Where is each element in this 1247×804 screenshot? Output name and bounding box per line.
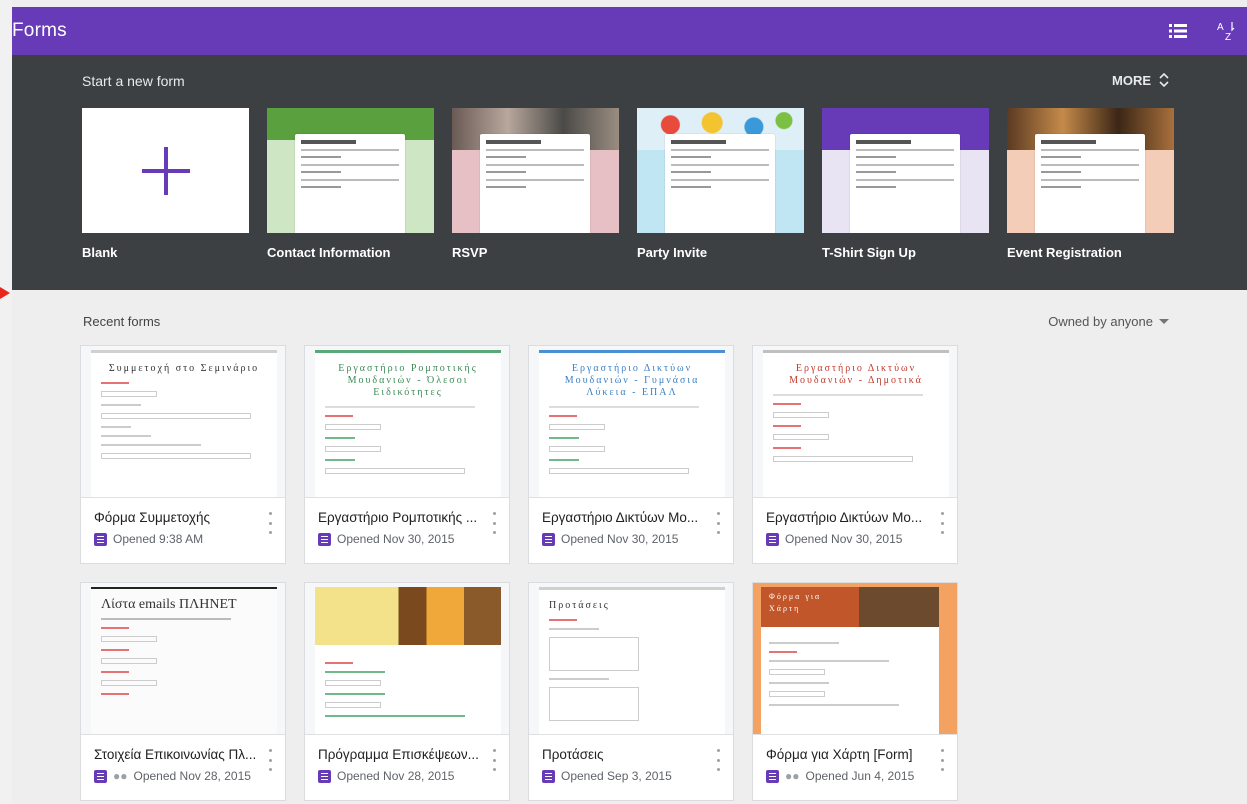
appbar-actions: AZ [1167,20,1247,42]
form-card[interactable]: Λίστα emails ΠΛΗΝΕΤ Στοιχεία Επικοινωνία… [80,582,286,801]
template-label: Event Registration [1007,245,1122,260]
form-thumbnail: Εργαστήριο Δικτύων Μουδανιών - Γυμνάσια … [529,346,733,498]
thumbnail-title: Προτάσεις [549,600,610,611]
app-title: Forms [12,20,67,41]
more-options-icon[interactable] [937,512,947,534]
template-contact-information[interactable]: Contact Information [267,108,434,260]
more-label: MORE [1112,72,1151,88]
template-rsvp[interactable]: RSVP [452,108,619,260]
template-thumbnail [637,108,804,233]
form-title: Πρόγραμμα Επισκέψεων... [318,747,479,762]
more-options-icon[interactable] [265,512,275,534]
shared-people-icon: ●● [113,769,128,783]
form-thumbnail: Προτάσεις [529,583,733,735]
forms-icon [318,532,331,546]
form-thumbnail: Λίστα emails ΠΛΗΝΕΤ [81,583,285,735]
form-thumbnail: Φόρμα για Χάρτη [753,583,957,735]
form-card[interactable]: Πρόγραμμα Επισκέψεων... Opened Nov 28, 2… [304,582,510,801]
more-options-icon[interactable] [489,512,499,534]
opened-date: Opened Nov 30, 2015 [561,532,679,546]
form-card[interactable]: Εργαστήριο Ρομποτικής Μουδανιών - Όλεσοι… [304,345,510,564]
thumbnail-title: Εργαστήριο Ρομποτικής Μουδανιών - Όλεσοι… [338,363,478,398]
template-label: RSVP [452,245,488,260]
opened-date: Opened Nov 28, 2015 [133,769,251,783]
template-label: Blank [82,245,118,260]
opened-date: Opened Jun 4, 2015 [805,769,915,783]
recent-forms-grid: Συμμετοχή στο Σεμινάριο Φόρμα Συμμετοχής… [80,345,958,801]
svg-text:A: A [1217,22,1224,33]
plus-icon [141,146,190,195]
owner-filter-label: Owned by anyone [1048,314,1153,329]
form-thumbnail: Συμμετοχή στο Σεμινάριο [81,346,285,498]
more-options-icon[interactable] [713,749,723,771]
template-thumbnail [822,108,989,233]
more-options-icon[interactable] [265,749,275,771]
form-thumbnail: Εργαστήριο Δικτύων Μουδανιών - Δημοτικά [753,346,957,498]
forms-icon [318,769,331,783]
form-card[interactable]: Εργαστήριο Δικτύων Μουδανιών - Δημοτικά … [752,345,958,564]
template-party-invite[interactable]: Party Invite [637,108,804,260]
template-event-registration[interactable]: Event Registration [1007,108,1174,260]
template-tshirt-sign-up[interactable]: T-Shirt Sign Up [822,108,989,260]
form-card[interactable]: Φόρμα για Χάρτη Φόρμα για Χάρτη [Form] ●… [752,582,958,801]
template-gallery-header: Start a new form [82,73,185,89]
opened-date: Opened Sep 3, 2015 [561,769,672,783]
form-title: Εργαστήριο Ρομποτικής ... [318,510,478,525]
app-bar: Forms AZ [12,7,1247,55]
left-edge [0,0,12,804]
template-thumbnail [452,108,619,233]
form-card[interactable]: Συμμετοχή στο Σεμινάριο Φόρμα Συμμετοχής… [80,345,286,564]
more-templates-button[interactable]: MORE [1112,72,1169,88]
form-title: Εργαστήριο Δικτύων Μο... [766,510,923,525]
thumbnail-title: Εργαστήριο Δικτύων Μουδανιών - Δημοτικά [789,363,923,386]
forms-icon [94,769,107,783]
form-title: Προτάσεις [542,747,604,762]
list-view-icon[interactable] [1167,20,1189,42]
template-label: T-Shirt Sign Up [822,245,916,260]
template-thumbnail [267,108,434,233]
thumbnail-title: Εργαστήριο Δικτύων Μουδανιών - Γυμνάσια … [564,363,700,398]
forms-icon [94,532,107,546]
forms-icon [542,769,555,783]
template-thumbnail [1007,108,1174,233]
shared-people-icon: ●● [785,769,800,783]
unfold-icon [1159,72,1169,88]
thumbnail-title: Λίστα emails ΠΛΗΝΕΤ [101,597,237,612]
template-gallery: Start a new form MORE Blank Contact Info… [12,55,1247,290]
opened-date: Opened Nov 30, 2015 [337,532,455,546]
template-label: Contact Information [267,245,391,260]
more-options-icon[interactable] [489,749,499,771]
svg-text:Z: Z [1225,32,1231,42]
edge-arrow-marker [0,287,10,299]
form-card[interactable]: Προτάσεις Προτάσεις Opened Sep 3, 2015 [528,582,734,801]
template-blank[interactable]: Blank [82,108,249,260]
template-thumbnail [82,108,249,233]
form-thumbnail: Εργαστήριο Ρομποτικής Μουδανιών - Όλεσοι… [305,346,509,498]
more-options-icon[interactable] [937,749,947,771]
opened-date: Opened Nov 28, 2015 [337,769,455,783]
form-thumbnail [305,583,509,735]
dropdown-arrow-icon [1159,318,1169,324]
thumbnail-title: Συμμετοχή στο Σεμινάριο [108,363,260,374]
form-title: Φόρμα Συμμετοχής [94,510,210,525]
form-card[interactable]: Εργαστήριο Δικτύων Μουδανιών - Γυμνάσια … [528,345,734,564]
forms-icon [766,532,779,546]
recent-forms-header: Recent forms [83,314,161,329]
forms-icon [766,769,779,783]
form-title: Στοιχεία Επικοινωνίας Πλ... [94,747,257,762]
more-options-icon[interactable] [713,512,723,534]
template-label: Party Invite [637,245,708,260]
form-title: Εργαστήριο Δικτύων Μο... [542,510,699,525]
owner-filter-dropdown[interactable]: Owned by anyone [1048,314,1169,329]
sort-az-icon[interactable]: AZ [1215,20,1237,42]
forms-icon [542,532,555,546]
form-title: Φόρμα για Χάρτη [Form] [766,747,913,762]
thumbnail-title: Φόρμα για Χάρτη [769,592,822,613]
opened-date: Opened Nov 30, 2015 [785,532,903,546]
opened-date: Opened 9:38 AM [113,532,204,546]
